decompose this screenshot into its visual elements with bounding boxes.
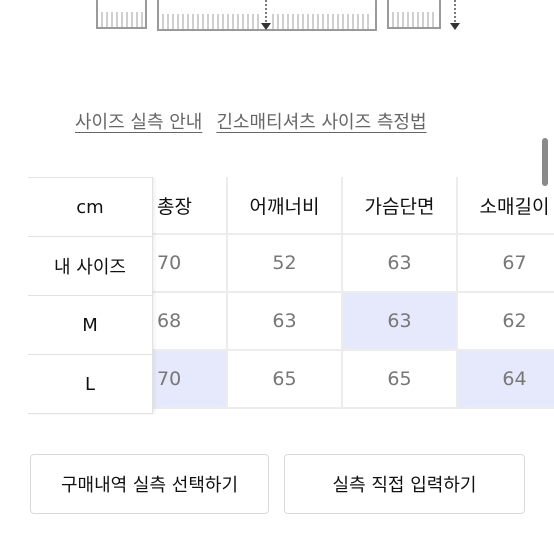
size-guide-links: 사이즈 실측 안내 긴소매티셔츠 사이즈 측정법 (75, 108, 427, 134)
size-guide-link[interactable]: 사이즈 실측 안내 (75, 112, 202, 133)
table-row: 68 63 63 62 (153, 293, 554, 351)
row-header-column: cm 내 사이즈 M L (28, 177, 153, 414)
table-cell: 62 (458, 293, 554, 351)
garment-measure-illustration (96, 0, 460, 31)
table-header-row: 총장 어깨너비 가슴단면 소매길이 (153, 177, 554, 235)
column-header: 어깨너비 (228, 177, 343, 235)
table-cell: 65 (343, 351, 458, 409)
size-table[interactable]: 총장 어깨너비 가슴단면 소매길이 70 52 63 67 68 63 63 6… (28, 177, 554, 417)
table-cell: 65 (228, 351, 343, 409)
table-cell: 63 (228, 293, 343, 351)
table-cell: 52 (228, 235, 343, 293)
table-cell-highlighted: 63 (343, 293, 458, 351)
row-header: 내 사이즈 (28, 237, 152, 296)
table-cell-highlighted: 70 (153, 351, 228, 409)
direct-input-size-button[interactable]: 실측 직접 입력하기 (284, 454, 525, 514)
table-row: 70 65 65 64 (153, 351, 554, 409)
row-header: L (28, 355, 152, 414)
table-cell: 63 (343, 235, 458, 293)
column-header: 가슴단면 (343, 177, 458, 235)
column-header: 총장 (153, 177, 228, 235)
size-table-scroll-area[interactable]: 총장 어깨너비 가슴단면 소매길이 70 52 63 67 68 63 63 6… (153, 177, 554, 409)
unit-label: cm (28, 177, 152, 237)
table-cell: 67 (458, 235, 554, 293)
measure-method-link[interactable]: 긴소매티셔츠 사이즈 측정법 (216, 112, 426, 133)
row-header: M (28, 296, 152, 355)
column-header: 소매길이 (458, 177, 554, 235)
select-purchase-size-button[interactable]: 구매내역 실측 선택하기 (30, 454, 269, 514)
table-cell-highlighted: 64 (458, 351, 554, 409)
table-cell: 70 (153, 235, 228, 293)
table-cell: 68 (153, 293, 228, 351)
table-row: 70 52 63 67 (153, 235, 554, 293)
